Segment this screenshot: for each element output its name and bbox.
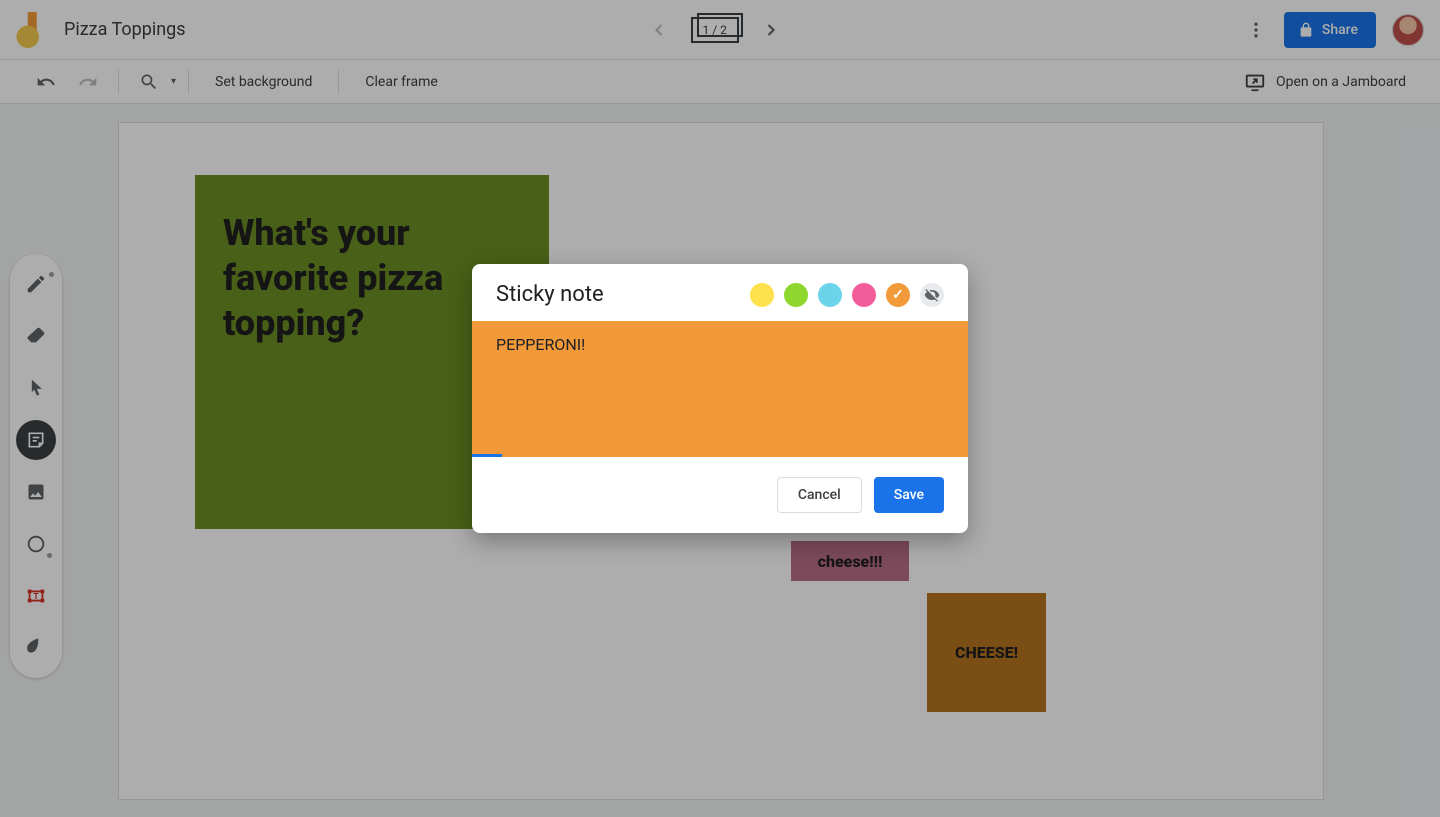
color-swatches bbox=[750, 283, 944, 307]
zoom-icon bbox=[131, 64, 167, 100]
eraser-tool[interactable] bbox=[16, 316, 56, 356]
sticky-note-input[interactable] bbox=[496, 335, 944, 443]
prev-frame-button[interactable] bbox=[645, 16, 673, 44]
frame-counter[interactable]: 1 / 2 bbox=[691, 17, 739, 43]
dialog-title: Sticky note bbox=[496, 282, 750, 307]
textbox-tool[interactable]: T bbox=[16, 576, 56, 616]
undo-button[interactable] bbox=[28, 64, 64, 100]
cast-icon bbox=[1244, 71, 1266, 93]
toolbar-divider bbox=[338, 70, 339, 94]
cancel-button[interactable]: Cancel bbox=[777, 477, 862, 513]
set-background-button[interactable]: Set background bbox=[201, 64, 326, 100]
image-tool[interactable] bbox=[16, 472, 56, 512]
swatch-blue[interactable] bbox=[818, 283, 842, 307]
select-tool[interactable] bbox=[16, 368, 56, 408]
swatch-green[interactable] bbox=[784, 283, 808, 307]
shape-tool[interactable] bbox=[16, 524, 56, 564]
laser-tool[interactable] bbox=[16, 628, 56, 668]
input-focus-indicator bbox=[472, 454, 502, 457]
document-title[interactable]: Pizza Toppings bbox=[64, 19, 186, 40]
more-options-icon[interactable] bbox=[1244, 18, 1268, 42]
zoom-control[interactable]: ▾ bbox=[131, 64, 176, 100]
frame-nav: 1 / 2 bbox=[186, 16, 1244, 44]
swatch-none[interactable] bbox=[920, 283, 944, 307]
swatch-yellow[interactable] bbox=[750, 283, 774, 307]
user-avatar[interactable] bbox=[1392, 14, 1424, 46]
sticky-note-cheese-2[interactable]: CHEESE! bbox=[927, 593, 1046, 712]
swatch-pink[interactable] bbox=[852, 283, 876, 307]
dialog-header: Sticky note bbox=[472, 264, 968, 321]
shape-more-dot bbox=[47, 553, 52, 558]
zoom-dropdown-caret: ▾ bbox=[171, 76, 176, 87]
toolbar-divider bbox=[188, 70, 189, 94]
clear-frame-button[interactable]: Clear frame bbox=[351, 64, 451, 100]
pen-color-dot bbox=[49, 272, 54, 277]
lock-icon bbox=[1298, 22, 1314, 38]
jamboard-logo-icon bbox=[16, 12, 44, 48]
save-button[interactable]: Save bbox=[874, 477, 944, 513]
share-button[interactable]: Share bbox=[1284, 12, 1376, 48]
dialog-body bbox=[472, 321, 968, 457]
sticky-note-cheese-1[interactable]: cheese!!! bbox=[791, 541, 909, 581]
open-on-jamboard-button[interactable]: Open on a Jamboard bbox=[1238, 71, 1412, 93]
svg-text:T: T bbox=[33, 592, 38, 602]
sticky-note-dialog: Sticky note Cancel Save bbox=[472, 264, 968, 533]
side-toolbar: T bbox=[10, 254, 62, 678]
app-header: Pizza Toppings 1 / 2 Share bbox=[0, 0, 1440, 60]
swatch-orange[interactable] bbox=[886, 283, 910, 307]
header-actions: Share bbox=[1244, 12, 1424, 48]
toolbar: ▾ Set background Clear frame Open on a J… bbox=[0, 60, 1440, 104]
next-frame-button[interactable] bbox=[757, 16, 785, 44]
sticky-note-tool[interactable] bbox=[16, 420, 56, 460]
pen-tool[interactable] bbox=[16, 264, 56, 304]
redo-button[interactable] bbox=[70, 64, 106, 100]
dialog-footer: Cancel Save bbox=[472, 457, 968, 533]
toolbar-divider bbox=[118, 70, 119, 94]
